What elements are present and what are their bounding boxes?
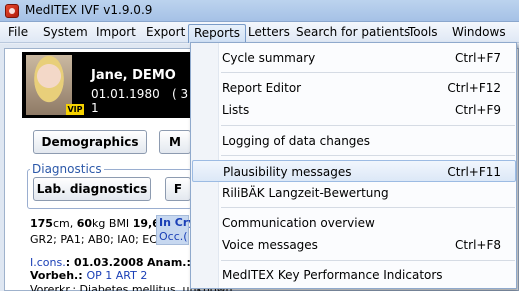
menu-separator <box>221 155 515 156</box>
patient-number: 1 <box>91 101 99 115</box>
menu-item-shortcut: Ctrl+F11 <box>447 165 501 179</box>
menu-letters[interactable]: Letters <box>248 25 290 39</box>
patient-name: Jane, DEMO <box>91 68 176 83</box>
icons-label[interactable]: I.cons. <box>30 256 66 269</box>
demographics-button[interactable]: Demographics <box>33 130 147 154</box>
menu-item-logging-of-data-changes[interactable]: Logging of data changes <box>221 130 515 152</box>
menu-item-shortcut: Ctrl+F9 <box>455 103 501 117</box>
menu-reports[interactable]: Reports <box>188 24 247 43</box>
menu-item-lists[interactable]: Lists Ctrl+F9 <box>221 99 515 121</box>
menu-bar: File System Import Export Reports Letter… <box>0 22 519 43</box>
menu-search-for-patients[interactable]: Search for patients <box>296 25 410 39</box>
menu-file[interactable]: File <box>8 25 28 39</box>
height-value: 175 <box>30 217 53 230</box>
diagnostics-legend: Diagnostics <box>30 162 104 176</box>
menu-item-label: Report Editor <box>222 81 302 95</box>
op-link[interactable]: OP 1 <box>86 269 112 282</box>
menu-item-shortcut: Ctrl+F8 <box>455 238 501 252</box>
f-button[interactable]: F <box>165 177 191 201</box>
menu-tools[interactable]: Tools <box>408 25 438 39</box>
weight-unit: kg BMI <box>92 217 133 230</box>
menu-item-label: Lists <box>222 103 250 117</box>
vip-badge: VIP <box>66 104 84 115</box>
patient-age: ( 3 <box>172 87 189 101</box>
menu-separator <box>221 72 515 73</box>
window-title: MedITEX IVF v1.9.0.9 <box>25 3 153 17</box>
previous-treatments: Vorbeh.: OP 1 ART 2 <box>30 269 147 282</box>
menu-item-report-editor[interactable]: Report Editor Ctrl+F12 <box>221 77 515 99</box>
m-button[interactable]: M <box>159 130 191 154</box>
menu-separator <box>221 207 515 208</box>
body-measurements: 175cm, 60kg BMI 19,6 <box>30 217 160 230</box>
lab-diagnostics-button[interactable]: Lab. diagnostics <box>33 177 151 201</box>
menu-item-label: Logging of data changes <box>222 134 371 148</box>
menu-system[interactable]: System <box>43 25 88 39</box>
menu-item-shortcut: Ctrl+F7 <box>455 51 501 65</box>
vorbeh-label: Vorbeh.: <box>30 269 87 282</box>
height-unit: cm, <box>52 217 77 230</box>
menu-windows[interactable]: Windows <box>452 25 506 39</box>
menu-item-shortcut: Ctrl+F12 <box>447 81 501 95</box>
menu-item-label: Cycle summary <box>222 51 316 65</box>
menu-item-communication-overview[interactable]: Communication overview <box>221 212 515 234</box>
menu-export[interactable]: Export <box>146 25 185 39</box>
menu-item-label: MedITEX Key Performance Indicators <box>222 268 443 282</box>
occ-label: Occ.( <box>159 230 188 243</box>
menu-item-meditex-kpi[interactable]: MedITEX Key Performance Indicators <box>221 264 515 286</box>
menu-item-plausibility-messages[interactable]: Plausibility messages Ctrl+F11 <box>192 160 516 182</box>
weight-value: 60 <box>76 217 93 230</box>
menu-item-label: Communication overview <box>222 216 375 230</box>
art-link[interactable]: ART 2 <box>116 269 148 282</box>
menu-separator <box>221 260 515 261</box>
menu-separator <box>221 125 515 126</box>
icons-value: : 01.03.2008 <box>65 256 144 269</box>
obstetric-history: GR2; PA1; AB0; IA0; EC1 <box>30 233 164 246</box>
menu-item-label: Voice messages <box>222 238 318 252</box>
title-bar: MedITEX IVF v1.9.0.9 <box>0 0 519 22</box>
menu-item-cycle-summary[interactable]: Cycle summary Ctrl+F7 <box>221 47 515 69</box>
meditex-app-icon[interactable] <box>5 4 19 18</box>
menu-item-label: Plausibility messages <box>223 165 352 179</box>
reports-dropdown: Cycle summary Ctrl+F7 Report Editor Ctrl… <box>190 42 517 289</box>
menu-item-rilibaek-langzeit-bewertung[interactable]: RiliBÄK Langzeit-Bewertung <box>221 182 515 204</box>
menu-import[interactable]: Import <box>96 25 136 39</box>
menu-item-label: RiliBÄK Langzeit-Bewertung <box>222 186 389 200</box>
patient-dob: 01.01.1980 <box>91 87 160 101</box>
menu-item-voice-messages[interactable]: Voice messages Ctrl+F8 <box>221 234 515 256</box>
